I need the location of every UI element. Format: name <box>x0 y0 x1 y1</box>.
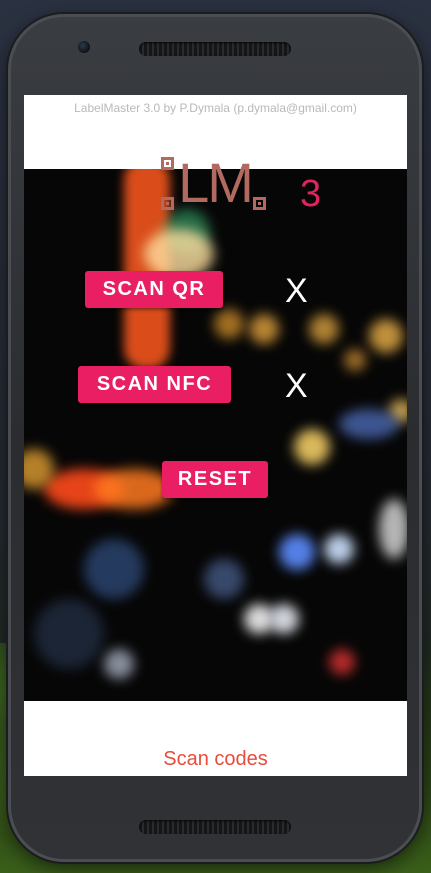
author-credit: LabelMaster 3.0 by P.Dymala (p.dymala@gm… <box>74 101 357 115</box>
app-screen: LabelMaster 3.0 by P.Dymala (p.dymala@gm… <box>24 95 407 776</box>
qr-finder-top-left <box>161 157 174 170</box>
bottom-speaker <box>139 820 291 834</box>
qr-finder-bottom-left <box>161 197 174 210</box>
front-camera <box>78 41 90 53</box>
scan-codes-link[interactable]: Scan codes <box>24 748 407 771</box>
scan-nfc-button[interactable]: SCAN NFC <box>78 366 231 403</box>
bokeh-background-image <box>24 169 407 701</box>
reset-button[interactable]: RESET <box>162 461 268 498</box>
nfc-status-indicator: X <box>285 367 308 405</box>
qr-finder-bottom-right <box>253 197 266 210</box>
earpiece-speaker <box>139 42 291 56</box>
scan-qr-button[interactable]: SCAN QR <box>85 271 223 308</box>
qr-status-indicator: X <box>285 272 308 310</box>
labelmaster-logo: LM <box>159 153 271 217</box>
scan-counter: 3 <box>300 173 322 215</box>
